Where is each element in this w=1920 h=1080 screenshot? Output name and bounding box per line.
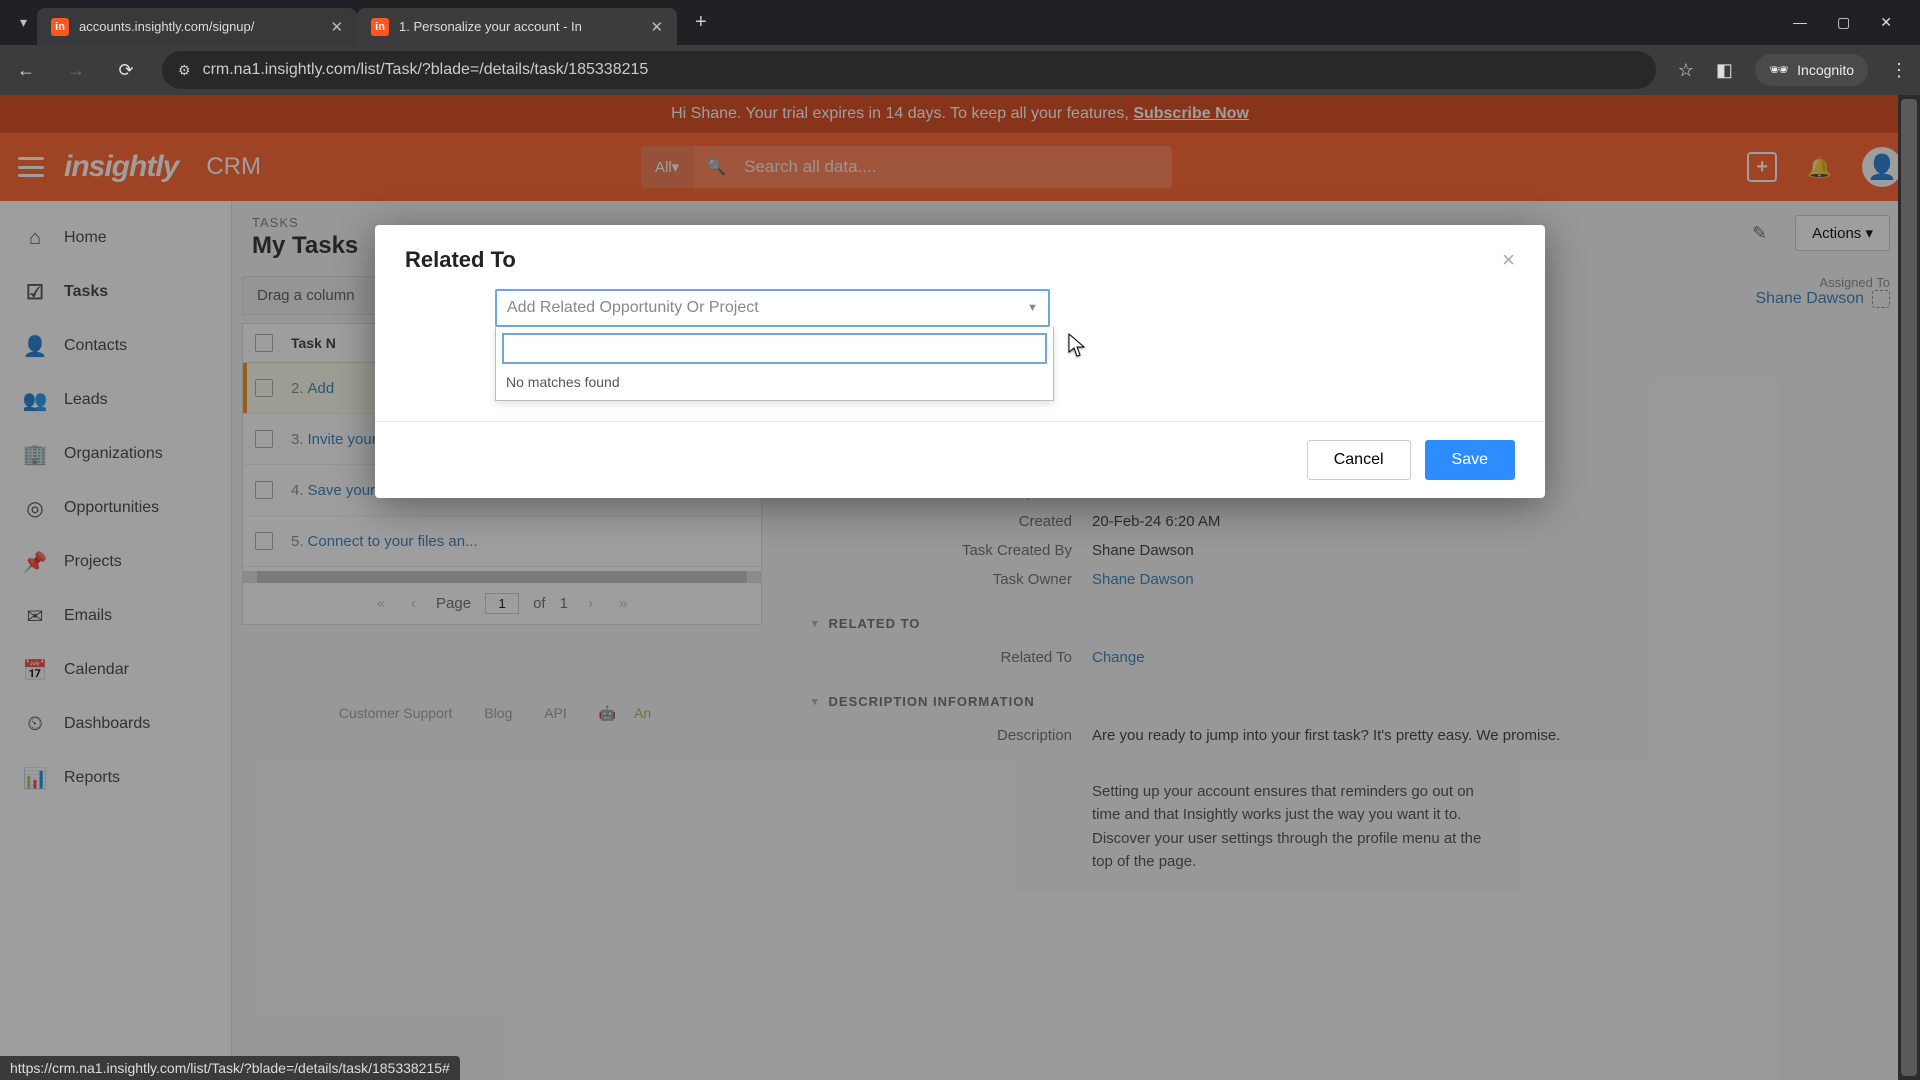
reload-button[interactable]: ⟳ bbox=[112, 60, 140, 81]
combo-dropdown: No matches found bbox=[495, 327, 1054, 401]
address-bar: ← → ⟳ ⚙ crm.na1.insightly.com/list/Task/… bbox=[0, 45, 1920, 95]
minimize-icon[interactable]: ― bbox=[1793, 14, 1807, 31]
tab-search-icon[interactable]: ▾ bbox=[10, 14, 37, 31]
save-button[interactable]: Save bbox=[1425, 440, 1515, 480]
address-actions: ☆ ◧ 🕶 Incognito ⋮ bbox=[1678, 54, 1908, 86]
incognito-badge[interactable]: 🕶 Incognito bbox=[1755, 54, 1868, 86]
incognito-label: Incognito bbox=[1797, 62, 1854, 78]
url-text: crm.na1.insightly.com/list/Task/?blade=/… bbox=[203, 61, 649, 79]
chevron-down-icon: ▼ bbox=[1027, 302, 1038, 314]
browser-scrollbar[interactable] bbox=[1898, 95, 1920, 1080]
new-tab-button[interactable]: + bbox=[677, 11, 725, 34]
browser-tab-2[interactable]: in 1. Personalize your account - In ✕ bbox=[357, 8, 677, 46]
favicon-icon: in bbox=[51, 18, 69, 36]
window-controls: ― ▢ ✕ bbox=[1793, 14, 1910, 31]
cancel-button[interactable]: Cancel bbox=[1307, 440, 1411, 480]
back-button[interactable]: ← bbox=[12, 60, 40, 81]
modal-close-button[interactable]: × bbox=[1502, 247, 1515, 273]
related-combo[interactable]: Add Related Opportunity Or Project ▼ bbox=[495, 289, 1050, 327]
close-icon[interactable]: ✕ bbox=[650, 18, 663, 36]
maximize-icon[interactable]: ▢ bbox=[1837, 14, 1850, 31]
tab-title: accounts.insightly.com/signup/ bbox=[79, 19, 320, 34]
browser-tab-1[interactable]: in accounts.insightly.com/signup/ ✕ bbox=[37, 8, 357, 46]
combo-placeholder: Add Related Opportunity Or Project bbox=[507, 299, 759, 317]
tab-strip: ▾ in accounts.insightly.com/signup/ ✕ in… bbox=[0, 0, 1920, 45]
close-icon[interactable]: ✕ bbox=[330, 18, 343, 36]
forward-button[interactable]: → bbox=[62, 60, 90, 81]
related-to-modal: Related To × Add Related Opportunity Or … bbox=[375, 225, 1545, 498]
incognito-icon: 🕶 bbox=[1769, 60, 1789, 80]
status-bar: https://crm.na1.insightly.com/list/Task/… bbox=[0, 1056, 460, 1080]
favicon-icon: in bbox=[371, 18, 389, 36]
site-settings-icon[interactable]: ⚙ bbox=[178, 62, 191, 79]
menu-icon[interactable]: ⋮ bbox=[1890, 60, 1908, 81]
tab-title: 1. Personalize your account - In bbox=[399, 19, 640, 34]
close-window-icon[interactable]: ✕ bbox=[1880, 14, 1892, 31]
panel-icon[interactable]: ◧ bbox=[1716, 60, 1733, 81]
browser-chrome: ▾ in accounts.insightly.com/signup/ ✕ in… bbox=[0, 0, 1920, 95]
combo-no-match: No matches found bbox=[502, 364, 1047, 394]
combo-search-input[interactable] bbox=[502, 333, 1047, 364]
modal-overlay[interactable]: Related To × Add Related Opportunity Or … bbox=[0, 95, 1920, 1080]
url-field[interactable]: ⚙ crm.na1.insightly.com/list/Task/?blade… bbox=[162, 51, 1656, 89]
bookmark-icon[interactable]: ☆ bbox=[1678, 60, 1694, 81]
modal-title: Related To bbox=[405, 247, 516, 273]
